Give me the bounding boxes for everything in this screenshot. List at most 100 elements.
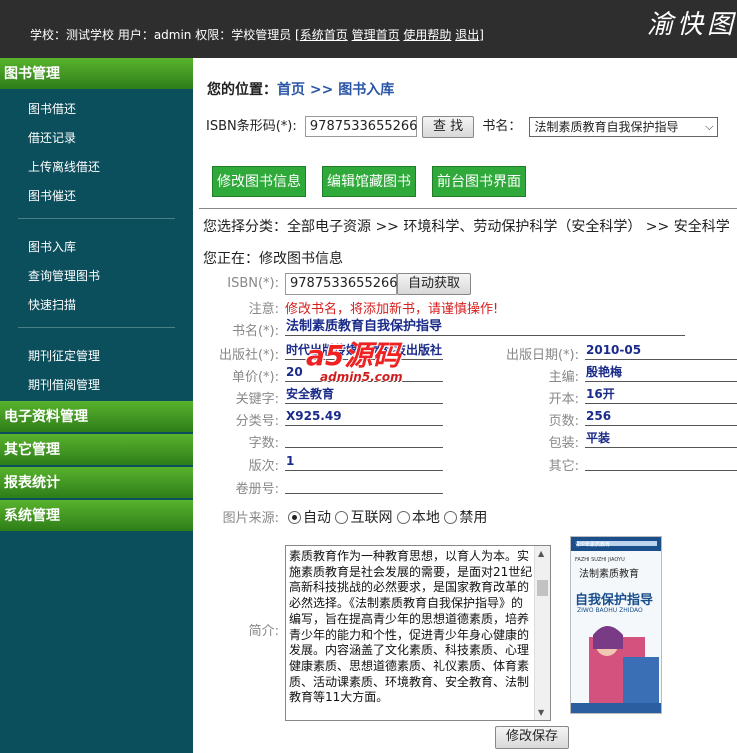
sidebar-section-system[interactable]: 系统管理 [0,500,193,533]
other-field[interactable] [585,452,737,471]
edition-label: 版次: [248,459,279,474]
cover-title-small: 法制素质教育 [579,569,639,580]
sidebar-item-offline-upload[interactable]: 上传离线借还 [0,153,193,182]
volume-field[interactable] [285,475,443,494]
binding-label: 包装: [548,436,579,451]
title-select[interactable]: 法制素质教育自我保护指导 ⌵ [529,116,719,137]
radio-label: 禁用 [459,510,488,526]
watermark-text: a5源码 [306,339,401,372]
volume-label: 卷册号: [235,482,279,497]
radio-disabled[interactable]: 禁用 [444,510,487,526]
user-info-text: 学校：测试学校 用户：admin 权限：学校管理员 [ [30,28,300,42]
sidebar-item-book-intake[interactable]: 图书入库 [0,233,193,262]
radio-label: 互联网 [350,510,393,526]
link-logout[interactable]: 退出 [455,28,479,42]
pubdate-label: 出版日期(*): [505,348,579,363]
price-label: 单价(*): [231,370,279,385]
keyword-label: 关键字: [235,392,279,407]
radio-label: 自动 [303,510,331,526]
divider [199,208,737,209]
sidebar-section-other[interactable]: 其它管理 [0,434,193,467]
frontend-book-page-button[interactable]: 前台图书界面 [432,166,526,197]
save-button[interactable]: 修改保存 [495,726,570,749]
image-source-label: 图片来源: [222,511,279,526]
sidebar-section-book-management[interactable]: 图书管理 [0,58,193,91]
link-system-home[interactable]: 系统首页 [300,28,348,42]
breadcrumb-current[interactable]: 图书入库 [338,82,394,98]
format-label: 开本: [548,392,579,407]
sidebar-section-reports[interactable]: 报表统计 [0,467,193,500]
scrollbar[interactable]: ▲ ▼ [534,546,550,720]
publisher-label: 出版社(*): [218,348,279,363]
isbn-search-input[interactable]: 9787533655266 [304,116,417,137]
words-field[interactable] [285,429,443,448]
radio-button[interactable] [396,511,410,524]
sidebar-item-borrow-return[interactable]: 图书借还 [0,95,193,124]
pages-label: 页数: [548,414,579,429]
radio-auto[interactable]: 自动 [288,510,331,526]
scroll-down-icon[interactable]: ▼ [538,708,544,717]
search-button[interactable]: 查 找 [422,115,475,138]
sidebar-section-e-resources[interactable]: 电子资料管理 [0,401,193,434]
link-admin-home[interactable]: 管理首页 [352,28,400,42]
user-info: 学校：测试学校 用户：admin 权限：学校管理员 [系统首页 管理首页 使用帮… [30,26,484,43]
search-row: ISBN条形码(*): 9787533655266 查 找 书名： 法制素质教育… [206,115,719,138]
sidebar-item-periodical-borrow[interactable]: 期刊借阅管理 [0,371,193,400]
scroll-up-icon[interactable]: ▲ [538,549,544,558]
book-cover-art [571,537,661,713]
intro-label: 简介: [248,624,279,639]
cover-pinyin-bottom: ZIWO BAOHU ZHIDAO [577,607,643,614]
sidebar-item-quick-scan[interactable]: 快速扫描 [0,291,193,320]
edition-field[interactable]: 1 [285,452,443,471]
edit-collection-button[interactable]: 编辑馆藏图书 [322,166,416,197]
note-warning: 修改书名，将添加新书，请谨慎操作! [285,302,499,317]
sidebar-item-borrow-records[interactable]: 借还记录 [0,124,193,153]
sidebar: 图书管理 图书借还 借还记录 上传离线借还 图书催还 图书入库 查询管理图书 快… [0,58,193,753]
sidebar-item-query-books[interactable]: 查询管理图书 [0,262,193,291]
watermark-logo: a5源码 admin5.com [306,334,436,394]
main-content: 您的位置：首页 >> 图书入库 ISBN条形码(*): 978753365526… [193,58,737,753]
editor-field[interactable]: 殷艳梅 [585,363,737,382]
note-label: 注意: [248,302,279,317]
isbn-search-label: ISBN条形码(*): [206,119,297,134]
radio-button[interactable] [444,511,458,524]
top-bar: 学校：测试学校 用户：admin 权限：学校管理员 [系统首页 管理首页 使用帮… [0,0,737,58]
sidebar-divider [18,327,175,328]
other-label: 其它: [548,459,579,474]
binding-field[interactable]: 平装 [585,429,737,448]
radio-local[interactable]: 本地 [396,510,440,526]
radio-button[interactable] [335,511,349,524]
isbn-label: ISBN(*): [227,276,279,291]
pubdate-field[interactable]: 2010-05 [585,341,737,360]
cover-series-text: 青少年素质教育 [575,542,611,548]
pages-field[interactable]: 256 [585,407,737,426]
edit-book-info-button[interactable]: 修改图书信息 [212,166,306,197]
chevron-down-icon: ⌵ [705,119,714,133]
words-label: 字数: [248,436,279,451]
radio-button[interactable] [288,511,301,524]
scroll-thumb[interactable] [537,580,548,596]
radio-internet[interactable]: 互联网 [335,510,392,526]
classno-label: 分类号: [235,414,279,429]
title-select-label: 书名： [482,119,522,134]
isbn-input[interactable]: 9787533655266 [285,273,398,295]
intro-text: 素质教育作为一种教育思想，以育人为本。实施素质教育是社会发展的需要，是面对21世… [289,549,533,705]
intro-textarea[interactable]: 素质教育作为一种教育思想，以育人为本。实施素质教育是社会发展的需要，是面对21世… [285,545,551,721]
title-label: 书名(*): [231,324,279,339]
link-help[interactable]: 使用帮助 [403,28,451,42]
breadcrumb-separator: >> [305,82,339,98]
image-source-options: 自动 互联网 本地 禁用 [288,507,487,527]
cover-pinyin-top: FAZHI SUZHI JIAOYU [575,557,625,563]
breadcrumb-label: 您的位置： [207,82,277,98]
auto-fetch-button[interactable]: 自动获取 [397,273,472,295]
radio-label: 本地 [411,510,440,526]
user-info-end: ] [479,28,484,42]
editor-label: 主编: [548,370,579,385]
sidebar-item-periodical-order[interactable]: 期刊征定管理 [0,342,193,371]
breadcrumb: 您的位置：首页 >> 图书入库 [207,79,394,99]
sidebar-item-overdue-reminder[interactable]: 图书催还 [0,182,193,211]
classno-field[interactable]: X925.49 [285,407,443,426]
title-select-value: 法制素质教育自我保护指导 [534,119,679,134]
format-field[interactable]: 16开 [585,385,737,404]
breadcrumb-home[interactable]: 首页 [277,82,305,98]
